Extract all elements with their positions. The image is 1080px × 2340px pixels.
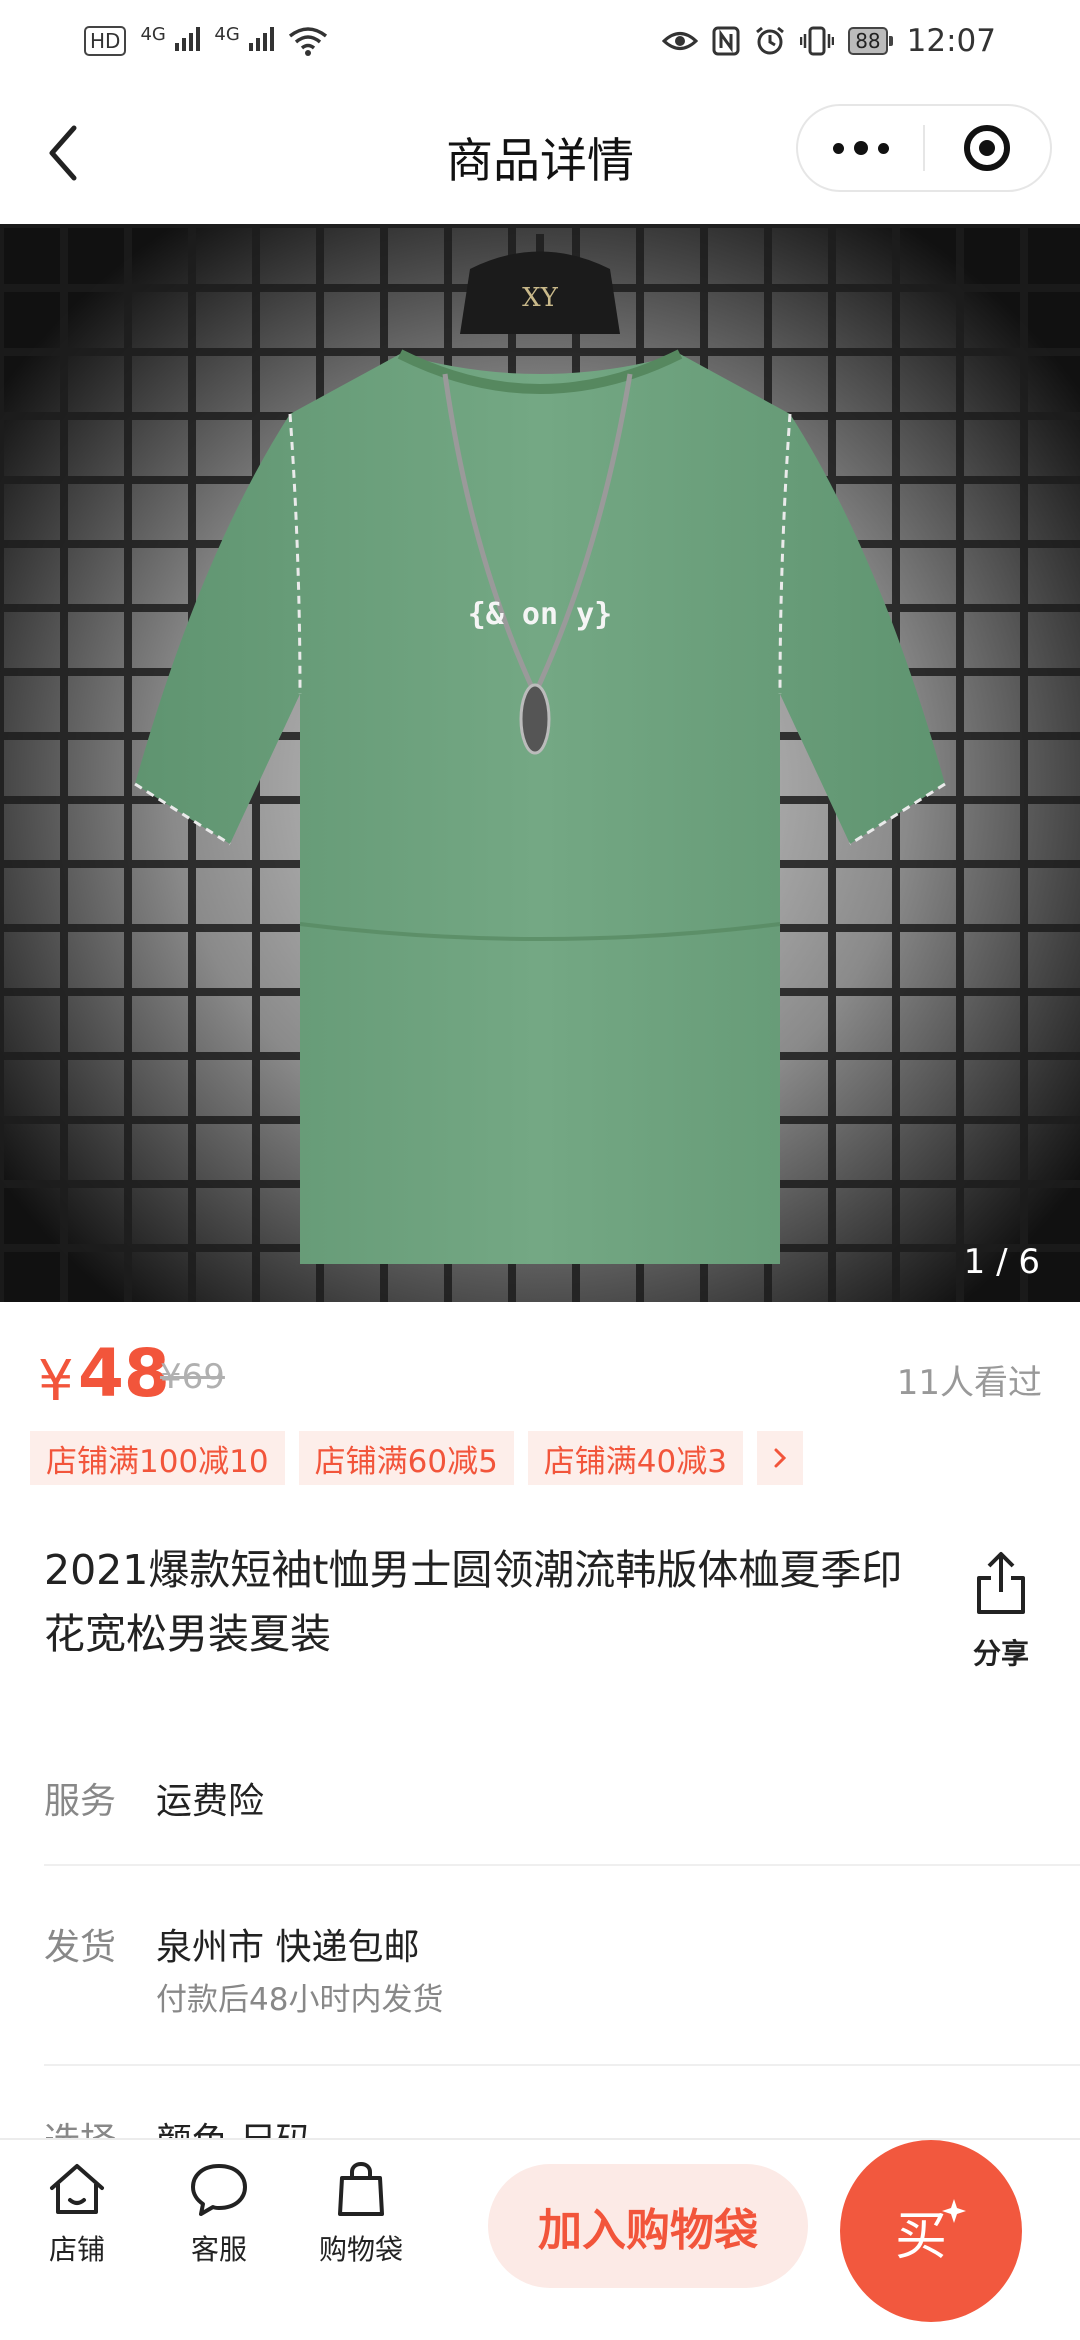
original-price: ¥69 — [160, 1357, 225, 1397]
battery-level: 88 — [848, 27, 888, 55]
add-to-bag-button[interactable]: 加入购物袋 — [488, 2164, 808, 2288]
share-icon — [977, 1552, 1025, 1614]
bottom-action-bar: 店铺 客服 购物袋 加入购物袋 买 — [0, 2138, 1080, 2340]
nav-bar: 商品详情 — [0, 82, 1080, 224]
status-bar: HD 4G 4G 88 12:07 — [0, 0, 1080, 82]
service-label: 服务 — [44, 1781, 117, 1822]
dot-icon — [877, 142, 889, 154]
dot-icon — [832, 142, 844, 154]
shipping-value: 泉州市 快递包邮 — [156, 1927, 420, 1968]
coupon-tag[interactable]: 店铺满100减10 — [30, 1431, 285, 1485]
product-photo: XY {& on y} — [0, 224, 1080, 1302]
store-label: 店铺 — [48, 2233, 105, 2266]
share-button[interactable]: 分享 — [958, 1548, 1044, 1670]
shipping-time: 付款后48小时内发货 — [156, 1982, 444, 2018]
coupon-tag[interactable]: 店铺满60减5 — [298, 1431, 514, 1485]
alarm-icon — [756, 26, 785, 55]
hd-badge: HD — [84, 26, 127, 56]
price-value: 48 — [78, 1335, 170, 1412]
miniprogram-capsule — [796, 104, 1052, 192]
more-menu-button[interactable] — [798, 106, 923, 190]
coupon-list: 店铺满100减10 店铺满60减5 店铺满40减3 — [30, 1431, 803, 1485]
shirt-print-text: {& on y} — [468, 597, 613, 632]
coupon-more-button[interactable] — [756, 1431, 803, 1485]
eye-icon — [662, 32, 699, 50]
hanger-logo-text: XY — [522, 283, 559, 313]
customer-service-tab[interactable]: 客服 — [164, 2160, 274, 2268]
sparkle-icon — [942, 2199, 966, 2223]
row-divider — [44, 1864, 1080, 1866]
price-row: ¥ 48 ¥69 11人看过 — [30, 1335, 1050, 1415]
signal-bars-icon — [175, 25, 201, 51]
service-value: 运费险 — [156, 1781, 265, 1822]
status-right: 88 12:07 — [662, 23, 996, 59]
share-label: 分享 — [972, 1637, 1029, 1670]
signal-1: 4G — [140, 23, 201, 59]
shopping-bag-tab[interactable]: 购物袋 — [306, 2160, 416, 2268]
product-detail-page: HD 4G 4G 88 12:07 商品详情 XY {& on y} 1 / 6… — [0, 0, 1080, 2340]
target-circle-icon — [964, 125, 1011, 171]
store-tab[interactable]: 店铺 — [22, 2160, 132, 2268]
status-left: HD 4G 4G — [84, 24, 328, 59]
network-type-1: 4G — [140, 23, 166, 45]
wifi-icon — [289, 27, 328, 56]
view-count: 11人看过 — [896, 1363, 1042, 1403]
shopping-bag-label: 购物袋 — [318, 2233, 403, 2266]
product-title: 2021爆款短袖t恤男士圆领潮流韩版体桖夏季印花宽松男装夏装 — [44, 1546, 903, 1658]
chevron-right-icon — [774, 1448, 787, 1468]
image-counter: 1 / 6 — [963, 1242, 1040, 1282]
price-currency: ¥ — [38, 1349, 74, 1414]
dot-icon — [853, 141, 868, 155]
battery-icon: 88 — [848, 27, 893, 55]
customer-service-label: 客服 — [190, 2233, 247, 2266]
store-home-icon — [50, 2164, 104, 2214]
shipping-label: 发货 — [44, 1927, 117, 1968]
chat-bubble-icon — [191, 2164, 247, 2216]
vibrate-icon — [800, 26, 835, 56]
coupon-tag[interactable]: 店铺满40减3 — [527, 1431, 743, 1485]
shipping-row[interactable]: 发货 泉州市 快递包邮 付款后48小时内发货 — [44, 1918, 1080, 2028]
row-divider — [44, 2064, 1080, 2066]
signal-bars-icon — [249, 25, 275, 51]
buy-label: 买 — [894, 2206, 947, 2267]
signal-2: 4G — [214, 23, 275, 59]
product-image-carousel[interactable]: XY {& on y} 1 / 6 — [0, 224, 1080, 1302]
clock: 12:07 — [906, 23, 996, 59]
close-miniprogram-button[interactable] — [925, 106, 1050, 190]
buy-now-button[interactable]: 买 — [840, 2140, 1022, 2322]
nfc-icon — [712, 26, 740, 56]
shopping-bag-icon — [338, 2161, 384, 2216]
network-type-2: 4G — [214, 23, 240, 45]
service-row[interactable]: 服务 运费险 — [44, 1772, 1080, 1832]
